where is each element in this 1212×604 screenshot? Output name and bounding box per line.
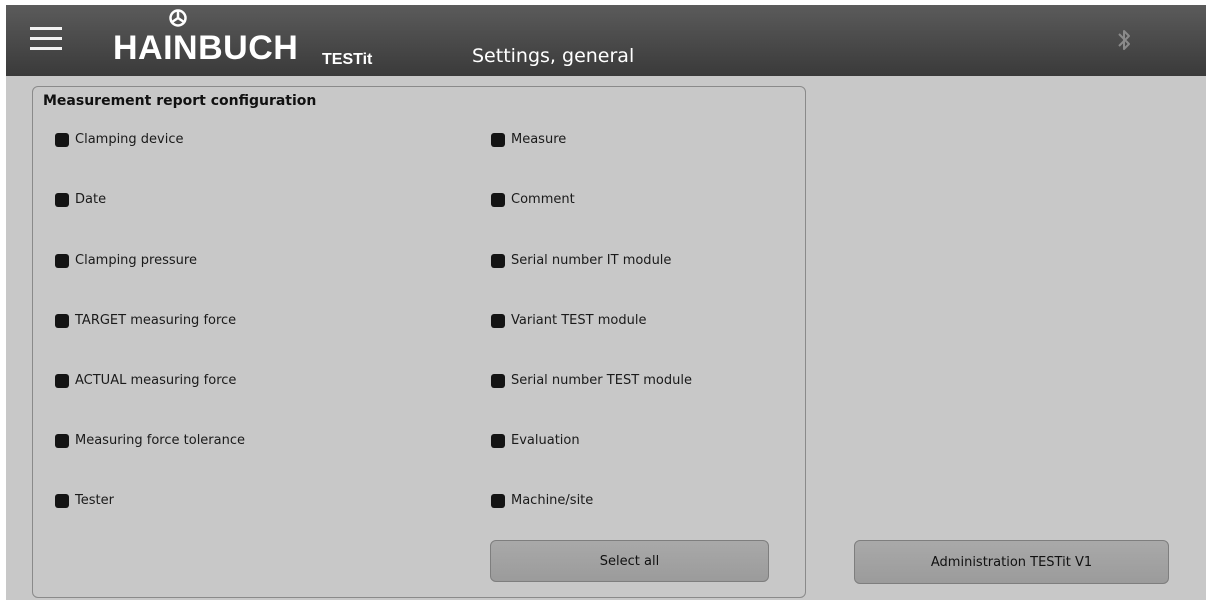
option-label: Evaluation [511,433,580,448]
option-machine-site[interactable]: Machine/site [491,493,593,508]
option-label: Date [75,192,107,207]
app-name: TESTit [322,51,373,68]
hainbuch-logo: HAINBUCH [113,9,303,69]
checkbox[interactable] [55,313,69,328]
option-measuring-force-tolerance[interactable]: Measuring force tolerance [55,433,245,448]
checkbox[interactable] [491,373,505,388]
option-measure[interactable]: Measure [491,132,566,147]
hamburger-menu-icon[interactable] [30,27,62,53]
option-date[interactable]: Date [55,192,106,207]
option-label: TARGET measuring force [75,313,237,328]
option-serial-number-it-module[interactable]: Serial number IT module [491,253,671,268]
option-label: Serial number IT module [511,253,672,268]
option-comment[interactable]: Comment [491,192,575,207]
logo-mark-icon [169,9,187,27]
checkbox[interactable] [55,132,69,147]
checkbox[interactable] [55,433,69,448]
brand-name: HAINBUCH [113,29,299,67]
option-label: Variant TEST module [511,313,647,328]
option-target-measuring-force[interactable]: TARGET measuring force [55,313,236,328]
option-label: ACTUAL measuring force [75,373,237,388]
option-actual-measuring-force[interactable]: ACTUAL measuring force [55,373,236,388]
option-label: Clamping device [75,132,184,147]
option-variant-test-module[interactable]: Variant TEST module [491,313,646,328]
option-label: Tester [75,493,114,508]
measurement-report-panel: Measurement report configuration Clampin… [32,86,806,598]
administration-button[interactable]: Administration TESTit V1 [854,540,1169,584]
option-clamping-device[interactable]: Clamping device [55,132,184,147]
option-clamping-pressure[interactable]: Clamping pressure [55,253,197,268]
option-evaluation[interactable]: Evaluation [491,433,580,448]
checkbox[interactable] [491,132,505,147]
checkbox[interactable] [55,253,69,268]
checkbox[interactable] [55,493,69,508]
option-label: Machine/site [511,493,594,508]
option-tester[interactable]: Tester [55,493,114,508]
checkbox[interactable] [491,253,505,268]
option-serial-number-test-module[interactable]: Serial number TEST module [491,373,692,388]
option-label: Measure [511,132,567,147]
option-label: Comment [511,192,575,207]
app-frame: HAINBUCH TESTit Settings, general Measur… [6,5,1206,600]
checkbox[interactable] [491,192,505,207]
checkbox[interactable] [55,373,69,388]
header-bar: HAINBUCH TESTit Settings, general [6,5,1206,76]
checkbox[interactable] [491,313,505,328]
checkbox[interactable] [55,192,69,207]
checkbox[interactable] [491,493,505,508]
option-label: Clamping pressure [75,253,197,268]
checkbox[interactable] [491,433,505,448]
bluetooth-icon[interactable] [1116,27,1132,53]
panel-title: Measurement report configuration [43,93,317,109]
option-label: Serial number TEST module [511,373,692,388]
page-title: Settings, general [472,45,635,67]
option-label: Measuring force tolerance [75,433,245,448]
select-all-button[interactable]: Select all [490,540,769,582]
